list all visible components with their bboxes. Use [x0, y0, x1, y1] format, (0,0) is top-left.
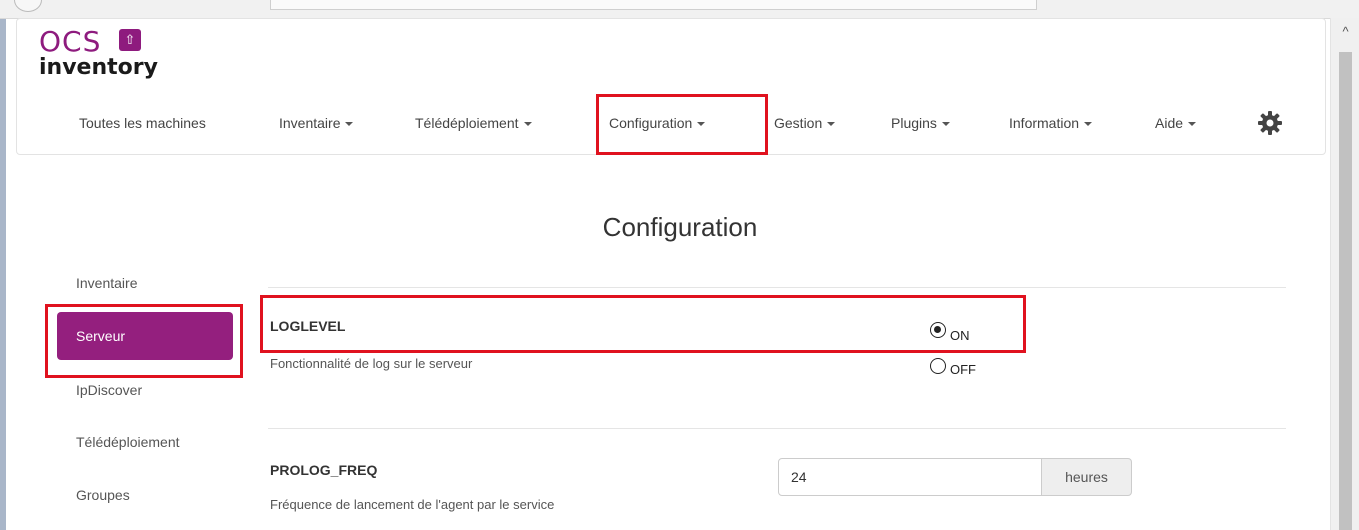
nav-teledeploiement[interactable]: Télédéploiement: [415, 114, 532, 132]
sidebar-item-label: Groupes: [76, 487, 130, 503]
caret-down-icon: [523, 122, 532, 127]
nav-label: Information: [1009, 115, 1080, 131]
nav-gestion[interactable]: Gestion: [774, 114, 836, 132]
nav-information[interactable]: Information: [1009, 114, 1093, 132]
sidebar-item-groupes[interactable]: Groupes: [76, 487, 130, 503]
nav-label: Gestion: [774, 115, 823, 131]
loglevel-off-radio[interactable]: [930, 358, 946, 374]
scrollbar[interactable]: ^: [1330, 18, 1359, 530]
logo-ocs-text: OCS: [39, 25, 102, 58]
logo-upload-icon: ⇧: [119, 29, 141, 51]
highlight-serveur: [45, 304, 243, 378]
sidebar-item-label: IpDiscover: [76, 382, 143, 398]
caret-down-icon: [827, 122, 836, 127]
highlight-configuration: [596, 94, 768, 155]
scroll-up-arrow-icon[interactable]: ^: [1331, 22, 1359, 42]
nav-aide[interactable]: Aide: [1155, 114, 1197, 132]
nav-inventaire[interactable]: Inventaire: [279, 114, 354, 132]
browser-button[interactable]: [14, 0, 42, 12]
scrollbar-thumb[interactable]: [1339, 52, 1352, 530]
sidebar-item-inventaire[interactable]: Inventaire: [76, 275, 137, 291]
browser-address-bar[interactable]: [270, 0, 1037, 10]
divider: [268, 287, 1286, 288]
sidebar-item-label: Télédéploiement: [76, 434, 180, 450]
highlight-loglevel: [260, 295, 1026, 353]
sidebar-item-label: Inventaire: [76, 275, 138, 291]
ocs-logo[interactable]: OCS ⇧ inventory: [39, 26, 179, 86]
nav-label: Plugins: [891, 115, 937, 131]
caret-down-icon: [941, 122, 950, 127]
caret-down-icon: [1084, 122, 1093, 127]
caret-down-icon: [345, 122, 354, 127]
nav-plugins[interactable]: Plugins: [891, 114, 950, 132]
nav-all-machines[interactable]: Toutes les machines: [79, 114, 206, 132]
prolog-freq-input[interactable]: [778, 458, 1042, 496]
page-title: Configuration: [602, 212, 758, 242]
setting-description-loglevel: Fonctionnalité de log sur le serveur: [270, 356, 473, 371]
nav-label: Inventaire: [279, 115, 341, 131]
sidebar-item-ipdiscover[interactable]: IpDiscover: [76, 382, 142, 398]
window-edge: [0, 0, 6, 530]
prolog-freq-unit: heures: [1041, 458, 1132, 496]
nav-label: Toutes les machines: [79, 115, 206, 131]
logo-inventory-text: inventory: [39, 55, 158, 80]
nav-label: Aide: [1155, 115, 1184, 131]
setting-name-prolog-freq: PROLOG_FREQ: [270, 462, 378, 478]
browser-top-strip: [0, 0, 1359, 19]
loglevel-off-label: OFF: [950, 362, 976, 377]
gear-icon[interactable]: [1255, 108, 1285, 138]
caret-down-icon: [1188, 122, 1197, 127]
divider: [268, 428, 1286, 429]
nav-label: Télédéploiement: [415, 115, 519, 131]
setting-description-prolog-freq: Fréquence de lancement de l'agent par le…: [270, 497, 555, 512]
sidebar-item-teledeploiement[interactable]: Télédéploiement: [76, 434, 180, 450]
